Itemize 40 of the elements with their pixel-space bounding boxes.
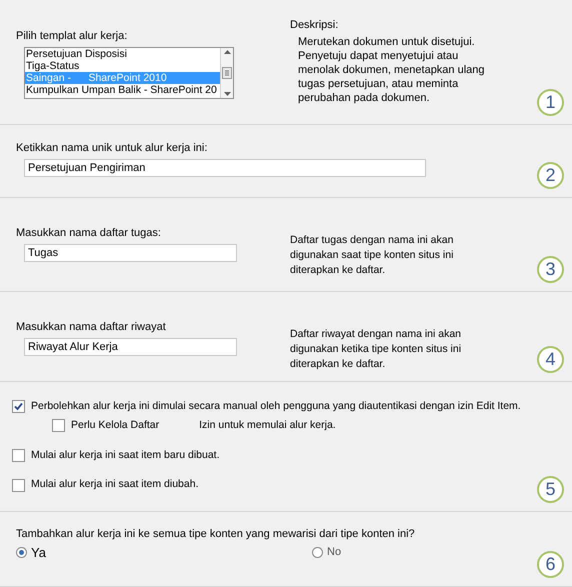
list-item[interactable]: Persetujuan Disposisi: [25, 48, 220, 60]
option-label: Perbolehkan alur kerja ini dimulai secara manual oleh pengguna yang diautentikasi dengan izin Edit Item.: [31, 399, 521, 414]
note-text: Daftar tugas dengan nama ini akan digunakan saat tipe konten situs ini diterapkan ke daftar.: [290, 233, 454, 278]
radio-label: Ya: [31, 544, 46, 562]
scrollbar[interactable]: [220, 48, 233, 98]
checkbox[interactable]: [12, 448, 25, 462]
step-number: 2: [537, 162, 564, 189]
checkbox[interactable]: [12, 478, 25, 492]
option-label: Perlu Kelola Daftar: [71, 418, 160, 433]
field-label: Pilih templat alur kerja:: [16, 29, 128, 44]
step-number: 4: [537, 346, 564, 373]
input-field[interactable]: Persetujuan Pengiriman: [24, 158, 426, 176]
field-label: Masukkan nama daftar tugas:: [16, 226, 162, 241]
list-item[interactable]: Tiga-Status: [25, 60, 220, 72]
description-title: Deskripsi:: [290, 18, 340, 33]
list-item[interactable]: Kumpulkan Umpan Balik - SharePoint 20: [25, 84, 220, 96]
input-field[interactable]: Riwayat Alur Kerja: [24, 338, 237, 356]
step-number: 1: [537, 89, 564, 116]
option-label: Mulai alur kerja ini saat item baru dibuat.: [31, 448, 220, 462]
field-label: Ketikkan nama unik untuk alur kerja ini:: [16, 141, 208, 156]
up-arrow-icon[interactable]: [224, 50, 230, 54]
question-text: Tambahkan alur kerja ini ke semua tipe konten yang mewarisi dari tipe konten ini?: [16, 527, 416, 542]
down-arrow-icon[interactable]: [224, 92, 230, 96]
checkbox[interactable]: [52, 419, 65, 432]
option-label: Mulai alur kerja ini saat item diubah.: [31, 477, 198, 492]
step-number: 6: [537, 551, 564, 578]
template-listbox[interactable]: Persetujuan Disposisi Tiga-Status Saingan - SharePoint 2010 Kumpulkan Umpan Balik - SharePoint 20: [24, 46, 234, 98]
note-text: Daftar riwayat dengan nama ini akan digunakan ketika tipe konten situs ini diterapkan ke daftar.: [290, 327, 462, 372]
field-label: Masukkan nama daftar riwayat: [16, 320, 167, 335]
radio-button[interactable]: [16, 546, 27, 558]
scroll-thumb-icon[interactable]: [222, 66, 232, 78]
radio-button[interactable]: [312, 546, 323, 558]
description-text: Merutekan dokumen untuk disetujui. Penyetuju dapat menyetujui atau menolak dokumen, menetapkan ulang tugas persetujuan, atau meminta perubahan pada dokumen.: [297, 34, 486, 104]
step-number: 3: [537, 256, 564, 283]
option-note: Izin untuk memulai alur kerja.: [199, 418, 336, 433]
checkmark-icon: [14, 402, 23, 412]
checkbox[interactable]: [12, 400, 25, 414]
input-field[interactable]: Tugas: [24, 244, 237, 262]
radio-label: No: [327, 545, 342, 560]
step-number: 5: [537, 476, 564, 503]
